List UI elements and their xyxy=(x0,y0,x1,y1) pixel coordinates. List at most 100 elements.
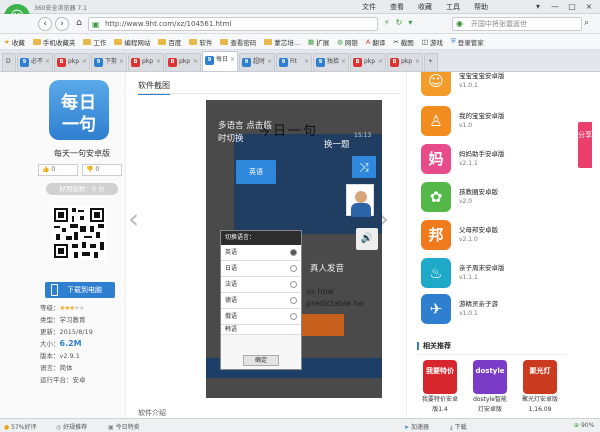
tab-8[interactable]: 9 Fit × xyxy=(276,53,312,71)
tab-close-icon[interactable]: × xyxy=(230,52,235,68)
tab-close-icon[interactable]: × xyxy=(267,54,272,70)
back-arrow-icon[interactable]: ‹ xyxy=(38,17,52,31)
related-app-item[interactable]: ♙ 我的宝宝安卓版 v1.0 xyxy=(421,106,571,142)
toolbar-screenshot[interactable]: ✂ 截图 xyxy=(393,37,413,47)
tab-favicon-icon: B xyxy=(390,58,399,67)
related-app-item[interactable]: ✈ 游精灵亲子游 v1.0.1 xyxy=(421,294,571,330)
phone-icon xyxy=(51,284,58,296)
tab-9[interactable]: 9 独拾 × xyxy=(313,53,349,71)
menu-tools[interactable]: 工具 xyxy=(446,2,460,12)
tab-bar: D 9 必不 × Bpkp × 9 下剪 × Bpkp × Bpkp × 9 每日 × 9 超时 × … xyxy=(0,50,600,72)
dropdown-icon[interactable]: ▾ xyxy=(408,18,412,27)
menu-file[interactable]: 文件 xyxy=(362,2,376,12)
thumbs-down-button[interactable]: 👎 0 xyxy=(82,164,122,176)
language-option: 韩语 xyxy=(221,325,301,335)
status-download[interactable]: ⤓ 下载 xyxy=(450,422,467,432)
tab-close-icon[interactable]: × xyxy=(304,54,309,70)
menu-bar: 文件 查看 收藏 工具 帮助 xyxy=(362,2,488,12)
lightning-icon[interactable]: ⚡ xyxy=(384,18,390,27)
tab-close-icon[interactable]: × xyxy=(378,54,383,70)
thumbs-up-button[interactable]: 👍 0 xyxy=(38,164,78,176)
section-intro-heading[interactable]: 软件介绍 xyxy=(138,408,166,418)
tab-1[interactable]: 9 必不 × xyxy=(17,53,53,71)
bookmark-password[interactable]: 查看密码 xyxy=(220,37,256,47)
related-app-item[interactable]: 妈 妈妈助手安卓版 v2.1.1 xyxy=(421,144,571,180)
new-tab-button[interactable]: + xyxy=(424,53,438,71)
bookmark-more[interactable]: 蒙芯培... xyxy=(264,37,300,47)
tab-close-icon[interactable]: × xyxy=(119,54,124,70)
tab-close-icon[interactable]: × xyxy=(82,54,87,70)
bookmark-mobile[interactable]: 手机收藏夹 xyxy=(32,37,75,47)
forward-arrow-icon[interactable]: › xyxy=(55,17,69,31)
bookmarks-bar: ★ 收藏 手机收藏夹 工作 编程网站 百度 软件 查看密码 蒙芯培... ▦ 扩展 … xyxy=(0,34,600,50)
gamepad-icon: ◫ xyxy=(421,37,428,46)
menu-view[interactable]: 查看 xyxy=(390,2,404,12)
status-rating[interactable]: ● 57%好评 xyxy=(4,422,37,431)
menu-favorites[interactable]: 收藏 xyxy=(418,2,432,12)
search-input[interactable]: ◉ 开国中将张震逝世 xyxy=(452,17,582,31)
tab-close-icon[interactable]: × xyxy=(341,54,346,70)
window-controls: ▾ — □ × xyxy=(531,1,596,12)
tab-11[interactable]: Bpkp × xyxy=(387,53,423,71)
toolbar-games[interactable]: ◫ 游戏 xyxy=(422,37,443,47)
language-option: 法语 xyxy=(221,277,301,293)
minimize-button[interactable]: — xyxy=(548,1,562,12)
window-title: 360安全浏览器 7.1 xyxy=(34,5,87,12)
radio-icon xyxy=(290,249,297,256)
status-sale[interactable]: ▣ 今日特卖 xyxy=(108,422,140,431)
toolbar-bank[interactable]: ◍ 网银 xyxy=(337,37,358,47)
tab-close-icon[interactable]: × xyxy=(156,54,161,70)
star-icon: ★ xyxy=(4,37,10,46)
bookmark-software[interactable]: 软件 xyxy=(189,37,212,47)
tab-4[interactable]: Bpkp × xyxy=(128,53,164,71)
detail-platform: 运行平台：安卓 xyxy=(40,376,86,384)
related-app-item[interactable]: ♨ 亲子周末安卓版 v1.1.1 xyxy=(421,258,571,294)
related-app-item[interactable]: ✿ 孩教圈安卓版 v2.0 xyxy=(421,182,571,218)
maximize-button[interactable]: □ xyxy=(565,1,579,12)
bookmark-work[interactable]: 工作 xyxy=(83,37,106,47)
screenshot-english-text: vs how predictable he xyxy=(306,287,364,308)
search-icon[interactable]: ⌕ xyxy=(584,18,596,30)
tab-3[interactable]: 9 下剪 × xyxy=(91,53,127,71)
address-bar[interactable]: ▣ http://www.9ht.com/xz/104561.html xyxy=(88,17,378,31)
recommended-app-item[interactable]: 聚光灯 聚光灯安卓版 1.16.09 xyxy=(517,360,563,414)
bookmark-programming[interactable]: 编程网站 xyxy=(114,37,150,47)
toolbar-extend[interactable]: ▦ 扩展 xyxy=(308,37,329,47)
close-button[interactable]: × xyxy=(582,1,596,12)
tab-close-icon[interactable]: × xyxy=(45,54,50,70)
app-screenshot: 15:13 今日一句 多语言 点击临时切换 换一题 真人发音 英语 ⤨ 🔊 vs… xyxy=(206,100,382,398)
related-app-item[interactable]: 邦 父母邦安卓版 v2.1.0 xyxy=(421,220,571,256)
recommended-app-item[interactable]: dostyle dostyle智能 灯安卓版 xyxy=(467,360,513,414)
home-icon[interactable]: ⌂ xyxy=(72,17,86,31)
qr-code xyxy=(52,206,106,260)
bookmark-baidu[interactable]: 百度 xyxy=(158,37,181,47)
skin-button[interactable]: ▾ xyxy=(531,1,545,12)
menu-help[interactable]: 帮助 xyxy=(474,2,488,12)
bookmark-favorites[interactable]: ★ 收藏 xyxy=(4,37,25,47)
screenshot-note-language: 多语言 点击临时切换 xyxy=(218,121,272,144)
tab-active[interactable]: 9 每日 × xyxy=(202,51,238,71)
status-recommend[interactable]: ◎ 好规推荐 xyxy=(56,422,87,431)
share-button[interactable]: 分享 xyxy=(578,122,592,168)
refresh-icon[interactable]: ↻ xyxy=(396,18,403,27)
tab-2[interactable]: Bpkp × xyxy=(54,53,90,71)
tab-close-icon[interactable]: × xyxy=(193,54,198,70)
recommended-app-item[interactable]: 我要特价 我要特价安卓 版1.4 xyxy=(417,360,463,414)
radio-icon xyxy=(290,281,297,288)
scissors-icon: ✂ xyxy=(393,37,399,46)
tab-10[interactable]: Bpkp × xyxy=(350,53,386,71)
status-accelerator[interactable]: ➤ 加速器 xyxy=(404,422,429,431)
tab-close-icon[interactable]: × xyxy=(415,54,420,70)
chevron-left-icon[interactable]: ‹ xyxy=(128,202,139,235)
download-icon: ⤓ xyxy=(450,424,453,431)
toolbar-translate[interactable]: A 翻译 xyxy=(366,37,385,47)
download-to-pc-button[interactable]: 下载到电脑 xyxy=(45,282,115,298)
status-zoom[interactable]: ⊕ 90% xyxy=(574,422,594,429)
tab-5[interactable]: Bpkp × xyxy=(165,53,201,71)
app-icon: 每日 一句 xyxy=(49,80,109,140)
tab-7[interactable]: 9 超时 × xyxy=(239,53,275,71)
radio-icon xyxy=(290,313,297,320)
toolbar-login[interactable]: ⛨ 登录管家 xyxy=(451,37,484,47)
sidebar-toggle[interactable]: D xyxy=(2,53,16,71)
related-app-item[interactable]: ☺ 宝宝宝宝安卓版 v1.0.1 xyxy=(421,72,571,102)
